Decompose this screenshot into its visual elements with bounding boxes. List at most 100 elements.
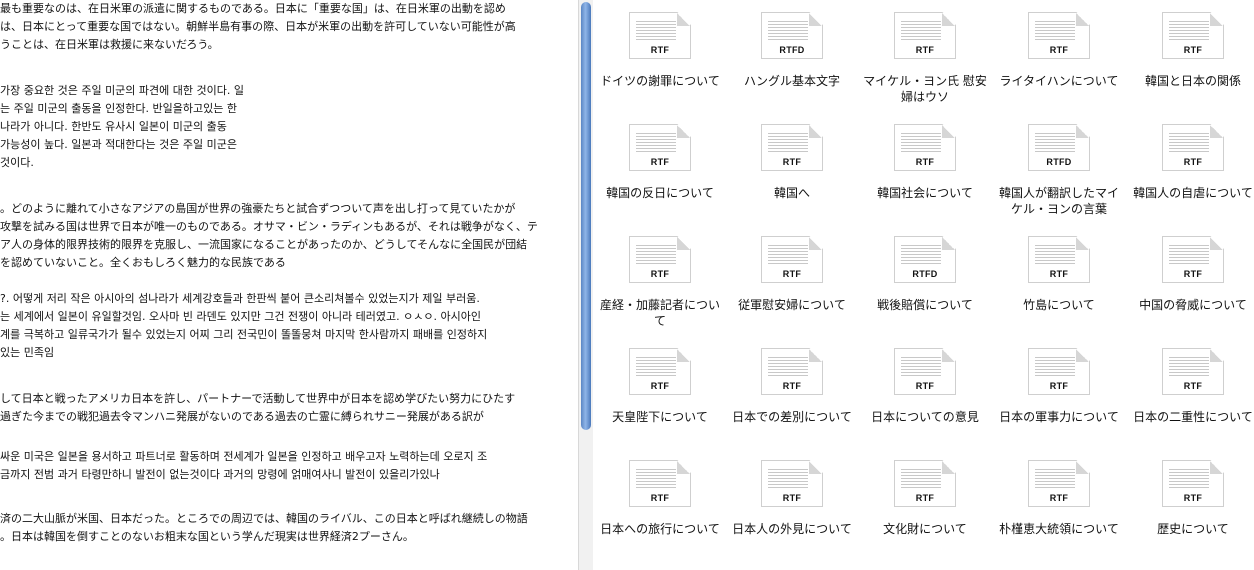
file-type-badge: RTFD <box>912 269 938 279</box>
file-item[interactable]: RTF 従軍慰安婦について <box>725 236 859 313</box>
file-item[interactable]: RTF ライタイハンについて <box>992 12 1126 89</box>
rtf-document-icon[interactable]: RTF <box>761 348 823 395</box>
file-item[interactable]: RTF 産経・加藤記者について <box>593 236 727 329</box>
file-item[interactable]: RTF 日本への旅行について <box>593 460 727 537</box>
file-item[interactable]: RTF 日本の軍事力について <box>992 348 1126 425</box>
file-type-badge: RTF <box>1049 269 1069 279</box>
rtf-document-icon[interactable]: RTF <box>1162 236 1224 283</box>
file-name-label[interactable]: 中国の脅威について <box>1126 297 1254 313</box>
document-preview-lines <box>901 355 941 377</box>
text-editor[interactable]: 最も重要なのは、在日米軍の派遣に関するものである。日本に「重要な国」は、在日米軍… <box>0 0 578 570</box>
rtf-document-icon[interactable]: RTF <box>1028 348 1090 395</box>
file-item[interactable]: RTF 韓国社会について <box>858 124 992 201</box>
vertical-scrollbar[interactable] <box>578 0 593 570</box>
file-name-label[interactable]: 韓国人が翻訳したマイケル・ヨンの言葉 <box>992 185 1126 217</box>
file-name-label[interactable]: 竹島について <box>992 297 1126 313</box>
file-item[interactable]: RTF 天皇陛下について <box>593 348 727 425</box>
file-name-label[interactable]: 韓国人の自虐について <box>1126 185 1254 201</box>
file-item[interactable]: RTFD 韓国人が翻訳したマイケル・ヨンの言葉 <box>992 124 1126 217</box>
page-fold-icon <box>809 13 822 26</box>
file-name-label[interactable]: 韓国へ <box>725 185 859 201</box>
rtf-document-icon[interactable]: RTF <box>1162 460 1224 507</box>
rtf-document-icon[interactable]: RTF <box>629 348 691 395</box>
file-type-badge: RTF <box>915 45 935 55</box>
document-preview-lines <box>1169 355 1209 377</box>
file-type-badge: RTF <box>1183 45 1203 55</box>
file-name-label[interactable]: 従軍慰安婦について <box>725 297 859 313</box>
file-item[interactable]: RTF 歴史について <box>1126 460 1254 537</box>
file-name-label[interactable]: ドイツの謝罪について <box>593 73 727 89</box>
rtf-document-icon[interactable]: RTF <box>1028 12 1090 59</box>
rtf-document-icon[interactable]: RTF <box>761 460 823 507</box>
rtf-document-icon[interactable]: RTFD <box>894 236 956 283</box>
file-name-label[interactable]: 日本への旅行について <box>593 521 727 537</box>
file-item[interactable]: RTF 日本人の外見について <box>725 460 859 537</box>
file-name-label[interactable]: 天皇陛下について <box>593 409 727 425</box>
file-item[interactable]: RTF 韓国と日本の関係 <box>1126 12 1254 89</box>
document-preview-lines <box>901 467 941 489</box>
file-name-label[interactable]: 日本の軍事力について <box>992 409 1126 425</box>
file-name-label[interactable]: ハングル基本文字 <box>725 73 859 89</box>
file-name-label[interactable]: 日本の二重性について <box>1126 409 1254 425</box>
page-fold-icon <box>1210 461 1223 474</box>
file-item[interactable]: RTF 朴槿恵大統領について <box>992 460 1126 537</box>
rtf-document-icon[interactable]: RTF <box>761 236 823 283</box>
document-preview-lines <box>1035 131 1075 153</box>
file-name-label[interactable]: 歴史について <box>1126 521 1254 537</box>
text-line: 가장 중요한 것은 주일 미군의 파견에 대한 것이다. 일 <box>0 84 244 97</box>
rtf-document-icon[interactable]: RTF <box>894 460 956 507</box>
rtf-document-icon[interactable]: RTF <box>629 460 691 507</box>
rtf-document-icon[interactable]: RTF <box>629 12 691 59</box>
file-item[interactable]: RTFD 戦後賠償について <box>858 236 992 313</box>
rtf-document-icon[interactable]: RTF <box>761 124 823 171</box>
rtf-document-icon[interactable]: RTF <box>1162 124 1224 171</box>
page-fold-icon <box>809 461 822 474</box>
page-fold-icon <box>942 13 955 26</box>
file-item[interactable]: RTF 文化財について <box>858 460 992 537</box>
file-item[interactable]: RTF 韓国へ <box>725 124 859 201</box>
rtf-document-icon[interactable]: RTF <box>629 236 691 283</box>
document-preview-lines <box>768 467 808 489</box>
rtf-document-icon[interactable]: RTF <box>629 124 691 171</box>
file-item[interactable]: RTF 韓国の反日について <box>593 124 727 201</box>
scroll-thumb[interactable] <box>581 2 591 430</box>
file-item[interactable]: RTF 竹島について <box>992 236 1126 313</box>
file-name-label[interactable]: 朴槿恵大統領について <box>992 521 1126 537</box>
file-type-badge: RTF <box>1049 493 1069 503</box>
finder-icon-view[interactable]: RTF ドイツの謝罪について RTFD ハングル基本文字 RTF マイケル・ヨン氏 慰安婦… <box>593 0 1254 570</box>
text-paragraph: 最も重要なのは、在日米軍の派遣に関するものである。日本に「重要な国」は、在日米軍… <box>0 0 516 54</box>
page-fold-icon <box>1076 237 1089 250</box>
file-name-label[interactable]: マイケル・ヨン氏 慰安婦はウソ <box>858 73 992 105</box>
file-item[interactable]: RTF ドイツの謝罪について <box>593 12 727 89</box>
file-name-label[interactable]: 文化財について <box>858 521 992 537</box>
file-name-label[interactable]: 日本人の外見について <box>725 521 859 537</box>
file-name-label[interactable]: 韓国と日本の関係 <box>1126 73 1254 89</box>
file-item[interactable]: RTF 中国の脅威について <box>1126 236 1254 313</box>
file-item[interactable]: RTF 日本での差別について <box>725 348 859 425</box>
rtf-document-icon[interactable]: RTF <box>1028 236 1090 283</box>
file-name-label[interactable]: ライタイハンについて <box>992 73 1126 89</box>
file-name-label[interactable]: 日本についての意見 <box>858 409 992 425</box>
rtf-document-icon[interactable]: RTF <box>1162 348 1224 395</box>
rtf-document-icon[interactable]: RTF <box>894 348 956 395</box>
file-type-badge: RTF <box>915 493 935 503</box>
file-item[interactable]: RTF 日本についての意見 <box>858 348 992 425</box>
file-item[interactable]: RTF マイケル・ヨン氏 慰安婦はウソ <box>858 12 992 105</box>
file-item[interactable]: RTF 日本の二重性について <box>1126 348 1254 425</box>
rtf-document-icon[interactable]: RTF <box>894 12 956 59</box>
file-type-badge: RTF <box>650 45 670 55</box>
page-fold-icon <box>1210 13 1223 26</box>
file-name-label[interactable]: 日本での差別について <box>725 409 859 425</box>
rtf-document-icon[interactable]: RTF <box>1162 12 1224 59</box>
file-item[interactable]: RTF 韓国人の自虐について <box>1126 124 1254 201</box>
rtf-document-icon[interactable]: RTF <box>894 124 956 171</box>
rtf-document-icon[interactable]: RTF <box>1028 460 1090 507</box>
file-name-label[interactable]: 韓国社会について <box>858 185 992 201</box>
file-name-label[interactable]: 韓国の反日について <box>593 185 727 201</box>
document-preview-lines <box>1035 19 1075 41</box>
rtf-document-icon[interactable]: RTFD <box>1028 124 1090 171</box>
file-name-label[interactable]: 戦後賠償について <box>858 297 992 313</box>
file-item[interactable]: RTFD ハングル基本文字 <box>725 12 859 89</box>
rtf-document-icon[interactable]: RTFD <box>761 12 823 59</box>
file-name-label[interactable]: 産経・加藤記者について <box>593 297 727 329</box>
